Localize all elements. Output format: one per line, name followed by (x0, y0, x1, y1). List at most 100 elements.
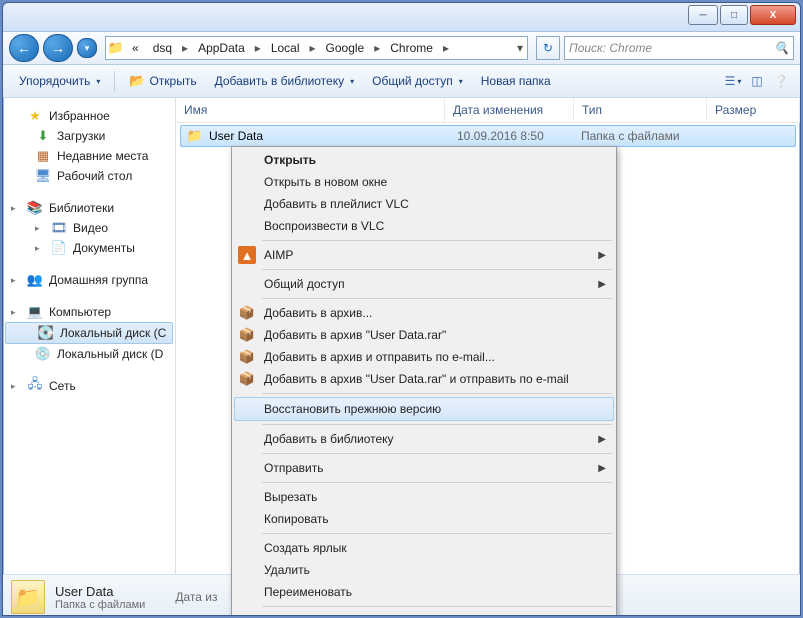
ctx-vlc-playlist[interactable]: Добавить в плейлист VLC (234, 193, 614, 215)
ctx-vlc-play[interactable]: Воспроизвести в VLC (234, 215, 614, 237)
organize-button[interactable]: Упорядочить▾ (11, 71, 108, 91)
col-date[interactable]: Дата изменения (445, 98, 574, 122)
tree-disk-d[interactable]: 💿Локальный диск (D (3, 344, 175, 364)
preview-pane-button[interactable]: ◫ (746, 70, 768, 92)
ctx-restore-previous[interactable]: Восстановить прежнюю версию (234, 397, 614, 421)
crumb-local[interactable]: Local (265, 38, 306, 58)
aimp-icon: ▲ (238, 246, 256, 264)
submenu-arrow-icon: ▶ (598, 250, 606, 261)
disk-icon: 💽 (38, 325, 54, 341)
folder-large-icon: 📁 (11, 580, 45, 614)
ctx-open-new-window[interactable]: Открыть в новом окне (234, 171, 614, 193)
submenu-arrow-icon: ▶ (598, 279, 606, 290)
winrar-icon: 📦 (238, 370, 256, 388)
ctx-send-to[interactable]: Отправить▶ (234, 457, 614, 479)
nav-tree: ★Избранное ⬇Загрузки ▦Недавние места 🖥Ра… (3, 98, 176, 574)
ctx-rar-email[interactable]: 📦Добавить в архив и отправить по e-mail.… (234, 346, 614, 368)
col-size[interactable]: Размер (707, 98, 800, 122)
toolbar: Упорядочить▾ 📂Открыть Добавить в библиот… (3, 65, 800, 98)
col-type[interactable]: Тип (574, 98, 707, 122)
chevron-right-icon[interactable]: ▸ (372, 41, 382, 55)
crumb-appdata[interactable]: AppData (192, 38, 251, 58)
ctx-rename[interactable]: Переименовать (234, 581, 614, 603)
folder-open-icon: 📂 (129, 73, 145, 89)
crumb-chrome[interactable]: Chrome (384, 38, 439, 58)
video-icon: 🎞 (51, 220, 67, 236)
separator (262, 606, 612, 607)
disk-icon: 💿 (35, 346, 51, 362)
tree-homegroup[interactable]: ▸👥Домашняя группа (3, 270, 175, 290)
tree-disk-c[interactable]: 💽Локальный диск (C (5, 322, 173, 344)
ctx-rar-add[interactable]: 📦Добавить в архив... (234, 302, 614, 324)
ctx-rar-userdata-email[interactable]: 📦Добавить в архив "User Data.rar" и отпр… (234, 368, 614, 390)
details-date-label: Дата из (175, 590, 217, 604)
close-button[interactable]: X (750, 5, 796, 25)
ctx-share[interactable]: Общий доступ▶ (234, 273, 614, 295)
ctx-open[interactable]: Открыть (234, 149, 614, 171)
recent-icon: ▦ (35, 148, 51, 164)
back-button[interactable]: ← (9, 34, 39, 62)
navbar: ← → ▾ 📁 « dsq▸ AppData▸ Local▸ Google▸ C… (3, 32, 800, 65)
crumb-google[interactable]: Google (320, 38, 371, 58)
tree-computer[interactable]: ▸💻Компьютер (3, 302, 175, 322)
details-name: User Data (55, 584, 145, 599)
tree-downloads[interactable]: ⬇Загрузки (3, 126, 175, 146)
winrar-icon: 📦 (238, 304, 256, 322)
tree-documents[interactable]: ▸📄Документы (3, 238, 175, 258)
cell-type: Папка с файлами (575, 129, 686, 143)
ctx-properties[interactable]: Свойства (234, 610, 614, 616)
star-icon: ★ (27, 108, 43, 124)
tree-desktop[interactable]: 🖥Рабочий стол (3, 166, 175, 186)
separator (262, 424, 612, 425)
chevron-right-icon[interactable]: ▸ (441, 41, 451, 55)
tree-recent[interactable]: ▦Недавние места (3, 146, 175, 166)
add-to-library-button[interactable]: Добавить в библиотеку▾ (207, 71, 363, 91)
separator (262, 482, 612, 483)
new-folder-button[interactable]: Новая папка (473, 71, 559, 91)
desktop-icon: 🖥 (35, 168, 51, 184)
minimize-button[interactable]: ─ (688, 5, 718, 25)
winrar-icon: 📦 (238, 348, 256, 366)
address-bar[interactable]: 📁 « dsq▸ AppData▸ Local▸ Google▸ Chrome▸… (105, 36, 528, 60)
crumb-dsq[interactable]: dsq (147, 38, 178, 58)
search-placeholder: Поиск: Chrome (569, 41, 652, 55)
help-button[interactable]: ❔ (770, 70, 792, 92)
tree-libraries[interactable]: ▸📚Библиотеки (3, 198, 175, 218)
explorer-window: ─ □ X ← → ▾ 📁 « dsq▸ AppData▸ Local▸ Goo… (2, 2, 801, 616)
separator (262, 393, 612, 394)
ctx-aimp[interactable]: ▲AIMP▶ (234, 244, 614, 266)
ctx-add-to-library[interactable]: Добавить в библиотеку▶ (234, 428, 614, 450)
documents-icon: 📄 (51, 240, 67, 256)
ctx-delete[interactable]: Удалить (234, 559, 614, 581)
separator (262, 240, 612, 241)
chevron-right-icon[interactable]: ▸ (308, 41, 318, 55)
cell-name: User Data (203, 129, 451, 143)
chevron-down-icon[interactable]: ▾ (515, 41, 525, 55)
chevron-right-icon[interactable]: ▸ (253, 41, 263, 55)
tree-network[interactable]: ▸🖧Сеть (3, 376, 175, 396)
ctx-rar-userdata[interactable]: 📦Добавить в архив "User Data.rar" (234, 324, 614, 346)
context-menu: Открыть Открыть в новом окне Добавить в … (231, 146, 617, 616)
downloads-icon: ⬇ (35, 128, 51, 144)
ctx-cut[interactable]: Вырезать (234, 486, 614, 508)
view-options-button[interactable]: ☰▾ (722, 70, 744, 92)
refresh-button[interactable]: ↻ (536, 36, 560, 60)
separator (262, 533, 612, 534)
chevron-right-icon[interactable]: ▸ (180, 41, 190, 55)
network-icon: 🖧 (27, 378, 43, 394)
ctx-copy[interactable]: Копировать (234, 508, 614, 530)
forward-button[interactable]: → (43, 34, 73, 62)
separator (114, 71, 115, 91)
crumb-chevron-prefix[interactable]: « (126, 38, 145, 58)
open-button[interactable]: 📂Открыть (121, 70, 204, 92)
file-row-user-data[interactable]: 📁 User Data 10.09.2016 8:50 Папка с файл… (180, 125, 796, 147)
search-input[interactable]: Поиск: Chrome 🔍 (564, 36, 794, 60)
tree-favorites[interactable]: ★Избранное (3, 106, 175, 126)
tree-video[interactable]: ▸🎞Видео (3, 218, 175, 238)
history-dropdown[interactable]: ▾ (77, 38, 97, 58)
column-headers: Имя Дата изменения Тип Размер (176, 98, 800, 123)
ctx-create-shortcut[interactable]: Создать ярлык (234, 537, 614, 559)
maximize-button[interactable]: □ (720, 5, 748, 25)
share-button[interactable]: Общий доступ▾ (364, 71, 471, 91)
col-name[interactable]: Имя (176, 98, 445, 122)
